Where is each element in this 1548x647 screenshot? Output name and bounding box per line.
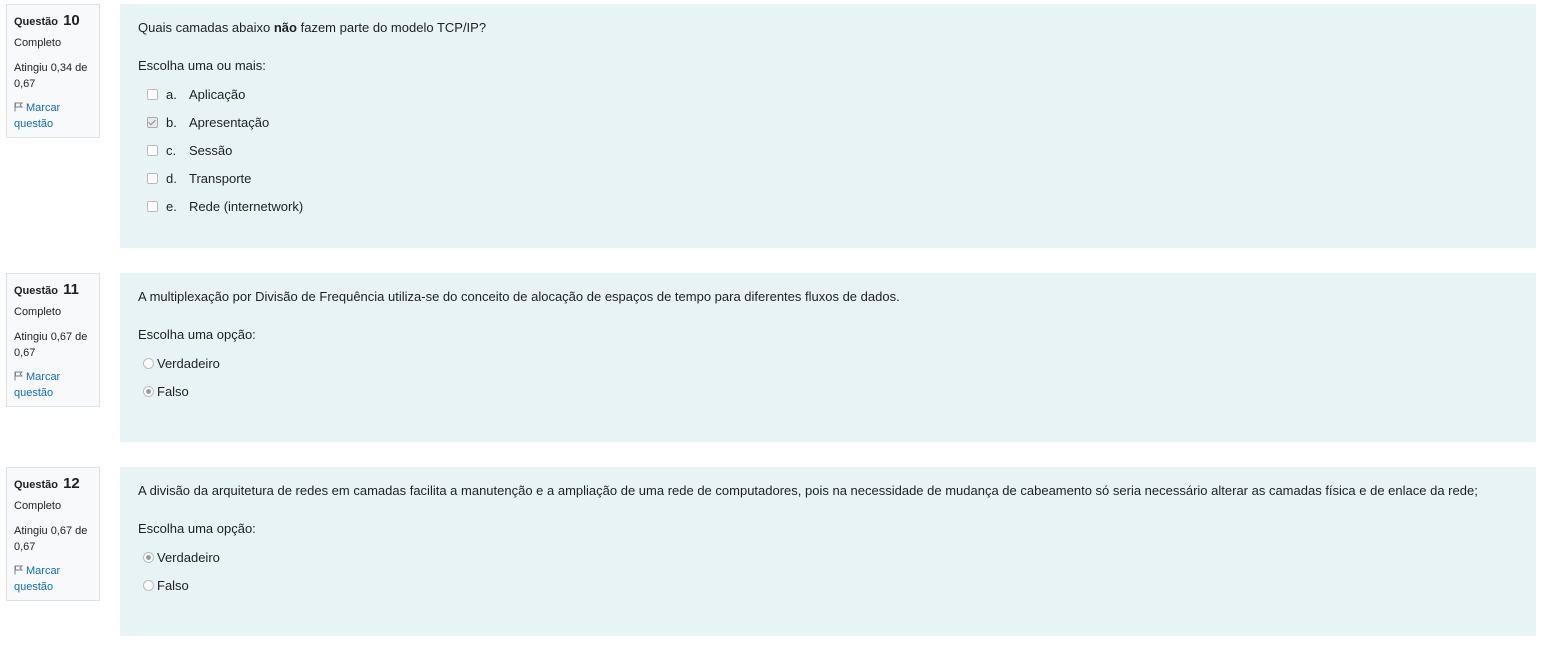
- question-state: Completo: [14, 37, 62, 49]
- checkbox-checked[interactable]: [147, 116, 158, 128]
- question-number-line: Questão 11: [14, 282, 92, 299]
- answer-option-a[interactable]: a. Aplicação: [138, 80, 1518, 108]
- radio-button[interactable]: [143, 579, 154, 591]
- checkbox[interactable]: [147, 172, 158, 184]
- option-letter: c.: [166, 142, 177, 158]
- question-grade: Atingiu 0,34 de 0,67: [14, 62, 88, 90]
- question-info: Questão 11 Completo Atingiu 0,67 de 0,67…: [6, 273, 100, 407]
- question-text: A multiplexação por Divisão de Frequênci…: [138, 289, 900, 304]
- answer-prompt: Escolha uma ou mais:: [138, 58, 266, 73]
- question-content: Quais camadas abaixo não fazem parte do …: [120, 4, 1536, 248]
- option-label: Verdadeiro: [157, 549, 220, 565]
- answer-option-false[interactable]: Falso: [138, 571, 1518, 599]
- question-number-line: Questão 12: [14, 476, 92, 493]
- answer-prompt: Escolha uma opção:: [138, 327, 256, 342]
- checkbox[interactable]: [147, 200, 158, 212]
- flag-question-link[interactable]: Marcar questão: [14, 100, 92, 132]
- answer-option-b[interactable]: b. Apresentação: [138, 108, 1518, 136]
- question-content: A divisão da arquitetura de redes em cam…: [120, 467, 1536, 636]
- flag-icon: [14, 371, 23, 381]
- answer-option-true[interactable]: Verdadeiro: [138, 349, 1518, 377]
- option-letter: b.: [166, 114, 177, 130]
- flag-icon: [14, 565, 23, 575]
- question-number: 10: [63, 12, 80, 29]
- flag-question-link[interactable]: Marcar questão: [14, 563, 92, 595]
- question-text-bold: não: [273, 20, 297, 35]
- question-grade: Atingiu 0,67 de 0,67: [14, 525, 88, 553]
- option-label: Aplicação: [189, 86, 246, 102]
- question-number-line: Questão 10: [14, 13, 92, 30]
- answer-option-true[interactable]: Verdadeiro: [138, 543, 1518, 571]
- option-label: Verdadeiro: [157, 355, 220, 371]
- question-grade: Atingiu 0,67 de 0,67: [14, 331, 88, 359]
- answer-option-e[interactable]: e. Rede (internetwork): [138, 192, 1518, 220]
- option-label: Falso: [157, 577, 189, 593]
- question-label: Questão: [14, 285, 59, 297]
- question-number: 12: [63, 475, 80, 492]
- question-info: Questão 10 Completo Atingiu 0,34 de 0,67…: [6, 4, 100, 138]
- option-label: Transporte: [189, 170, 252, 186]
- checkbox[interactable]: [147, 88, 158, 100]
- question-text-part: Quais camadas abaixo: [138, 20, 274, 35]
- question-text: Quais camadas abaixo não fazem parte do …: [138, 18, 1518, 38]
- checkbox[interactable]: [147, 144, 158, 156]
- question-content: A multiplexação por Divisão de Frequênci…: [120, 273, 1536, 442]
- option-label: Apresentação: [189, 114, 270, 130]
- question-number: 11: [63, 281, 79, 298]
- answer-option-false[interactable]: Falso: [138, 377, 1518, 405]
- flag-icon: [14, 102, 23, 112]
- answer-option-c[interactable]: c. Sessão: [138, 136, 1518, 164]
- option-label: Sessão: [189, 142, 233, 158]
- question-info: Questão 12 Completo Atingiu 0,67 de 0,67…: [6, 467, 100, 601]
- question-label: Questão: [14, 479, 59, 491]
- question-text-part: fazem parte do modelo TCP/IP?: [296, 20, 487, 35]
- flag-question-link[interactable]: Marcar questão: [14, 369, 92, 401]
- question-label: Questão: [14, 16, 59, 28]
- question-state: Completo: [14, 500, 62, 512]
- option-label: Rede (internetwork): [189, 198, 304, 214]
- answer-option-d[interactable]: d. Transporte: [138, 164, 1518, 192]
- option-letter: e.: [166, 198, 177, 214]
- answer-prompt: Escolha uma opção:: [138, 521, 256, 536]
- option-letter: a.: [166, 86, 177, 102]
- option-label: Falso: [157, 383, 189, 399]
- option-letter: d.: [166, 170, 177, 186]
- radio-button-selected[interactable]: [143, 385, 154, 397]
- radio-button-selected[interactable]: [143, 551, 154, 563]
- question-text: A divisão da arquitetura de redes em cam…: [138, 483, 1478, 498]
- radio-button[interactable]: [143, 357, 154, 369]
- question-state: Completo: [14, 306, 62, 318]
